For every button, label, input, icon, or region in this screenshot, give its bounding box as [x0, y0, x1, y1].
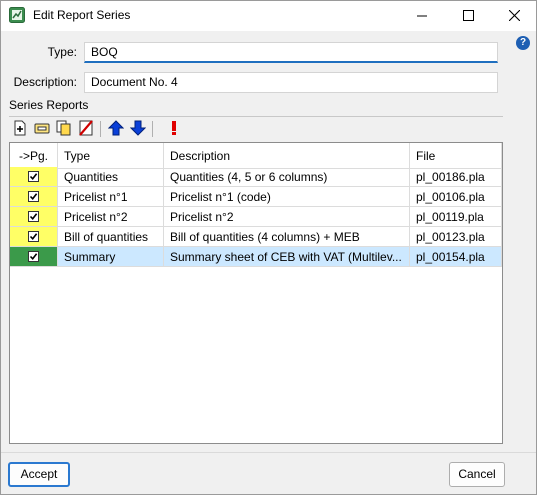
- table-row[interactable]: Bill of quantities Bill of quantities (4…: [10, 227, 502, 247]
- delete-icon[interactable]: [78, 120, 94, 136]
- type-cell: Pricelist n°2: [58, 207, 164, 227]
- toolbar-separator: [152, 121, 153, 137]
- file-cell: pl_00186.pla: [410, 167, 502, 187]
- pg-cell: [10, 187, 58, 207]
- edit-icon[interactable]: [34, 120, 50, 136]
- table-row[interactable]: Quantities Quantities (4, 5 or 6 columns…: [10, 167, 502, 187]
- header-pg[interactable]: ->Pg.: [10, 143, 58, 169]
- window-title: Edit Report Series: [33, 8, 131, 22]
- type-cell: Pricelist n°1: [58, 187, 164, 207]
- app-icon: [9, 7, 25, 23]
- title-bar: Edit Report Series: [0, 0, 537, 31]
- accept-button[interactable]: Accept: [8, 462, 70, 487]
- description-cell: Bill of quantities (4 columns) + MEB: [164, 227, 410, 247]
- pg-checkbox[interactable]: [28, 211, 39, 222]
- maximize-button[interactable]: [445, 0, 491, 31]
- file-cell: pl_00154.pla: [410, 247, 502, 267]
- pg-checkbox[interactable]: [28, 251, 39, 262]
- series-reports-label: Series Reports: [9, 98, 89, 112]
- exclamation-icon[interactable]: [166, 120, 182, 136]
- move-down-icon[interactable]: [130, 120, 146, 136]
- description-cell: Summary sheet of CEB with VAT (Multilev.…: [164, 247, 410, 267]
- pg-cell: [10, 247, 58, 267]
- add-icon[interactable]: [12, 120, 28, 136]
- toolbar-separator: [100, 121, 101, 137]
- table-row[interactable]: Pricelist n°2 Pricelist n°2 pl_00119.pla: [10, 207, 502, 227]
- minimize-button[interactable]: [399, 0, 445, 31]
- description-label: Description:: [13, 75, 77, 89]
- header-description[interactable]: Description: [164, 143, 410, 169]
- table-row-selected[interactable]: Summary Summary sheet of CEB with VAT (M…: [10, 247, 502, 267]
- table-row[interactable]: Pricelist n°1 Pricelist n°1 (code) pl_00…: [10, 187, 502, 207]
- type-label: Type:: [47, 45, 77, 59]
- description-cell: Pricelist n°2: [164, 207, 410, 227]
- description-cell: Quantities (4, 5 or 6 columns): [164, 167, 410, 187]
- help-icon[interactable]: ?: [516, 36, 530, 50]
- footer-divider: [0, 452, 537, 453]
- header-file[interactable]: File: [410, 143, 502, 169]
- copy-icon[interactable]: [56, 120, 72, 136]
- pg-checkbox[interactable]: [28, 171, 39, 182]
- header-type[interactable]: Type: [58, 143, 164, 169]
- series-reports-table[interactable]: ->Pg. Type Description File Quantities Q…: [9, 142, 503, 444]
- description-cell: Pricelist n°1 (code): [164, 187, 410, 207]
- close-button[interactable]: [491, 0, 537, 31]
- pg-checkbox[interactable]: [28, 191, 39, 202]
- pg-cell: [10, 227, 58, 247]
- type-cell: Quantities: [58, 167, 164, 187]
- pg-cell: [10, 207, 58, 227]
- description-field[interactable]: Document No. 4: [84, 72, 498, 93]
- type-cell: Summary: [58, 247, 164, 267]
- type-cell: Bill of quantities: [58, 227, 164, 247]
- section-divider: [9, 116, 503, 117]
- file-cell: pl_00123.pla: [410, 227, 502, 247]
- file-cell: pl_00106.pla: [410, 187, 502, 207]
- cancel-button[interactable]: Cancel: [449, 462, 505, 487]
- type-field[interactable]: BOQ: [84, 42, 498, 63]
- move-up-icon[interactable]: [108, 120, 124, 136]
- file-cell: pl_00119.pla: [410, 207, 502, 227]
- pg-cell: [10, 167, 58, 187]
- table-header: ->Pg. Type Description File: [10, 143, 502, 169]
- pg-checkbox[interactable]: [28, 231, 39, 242]
